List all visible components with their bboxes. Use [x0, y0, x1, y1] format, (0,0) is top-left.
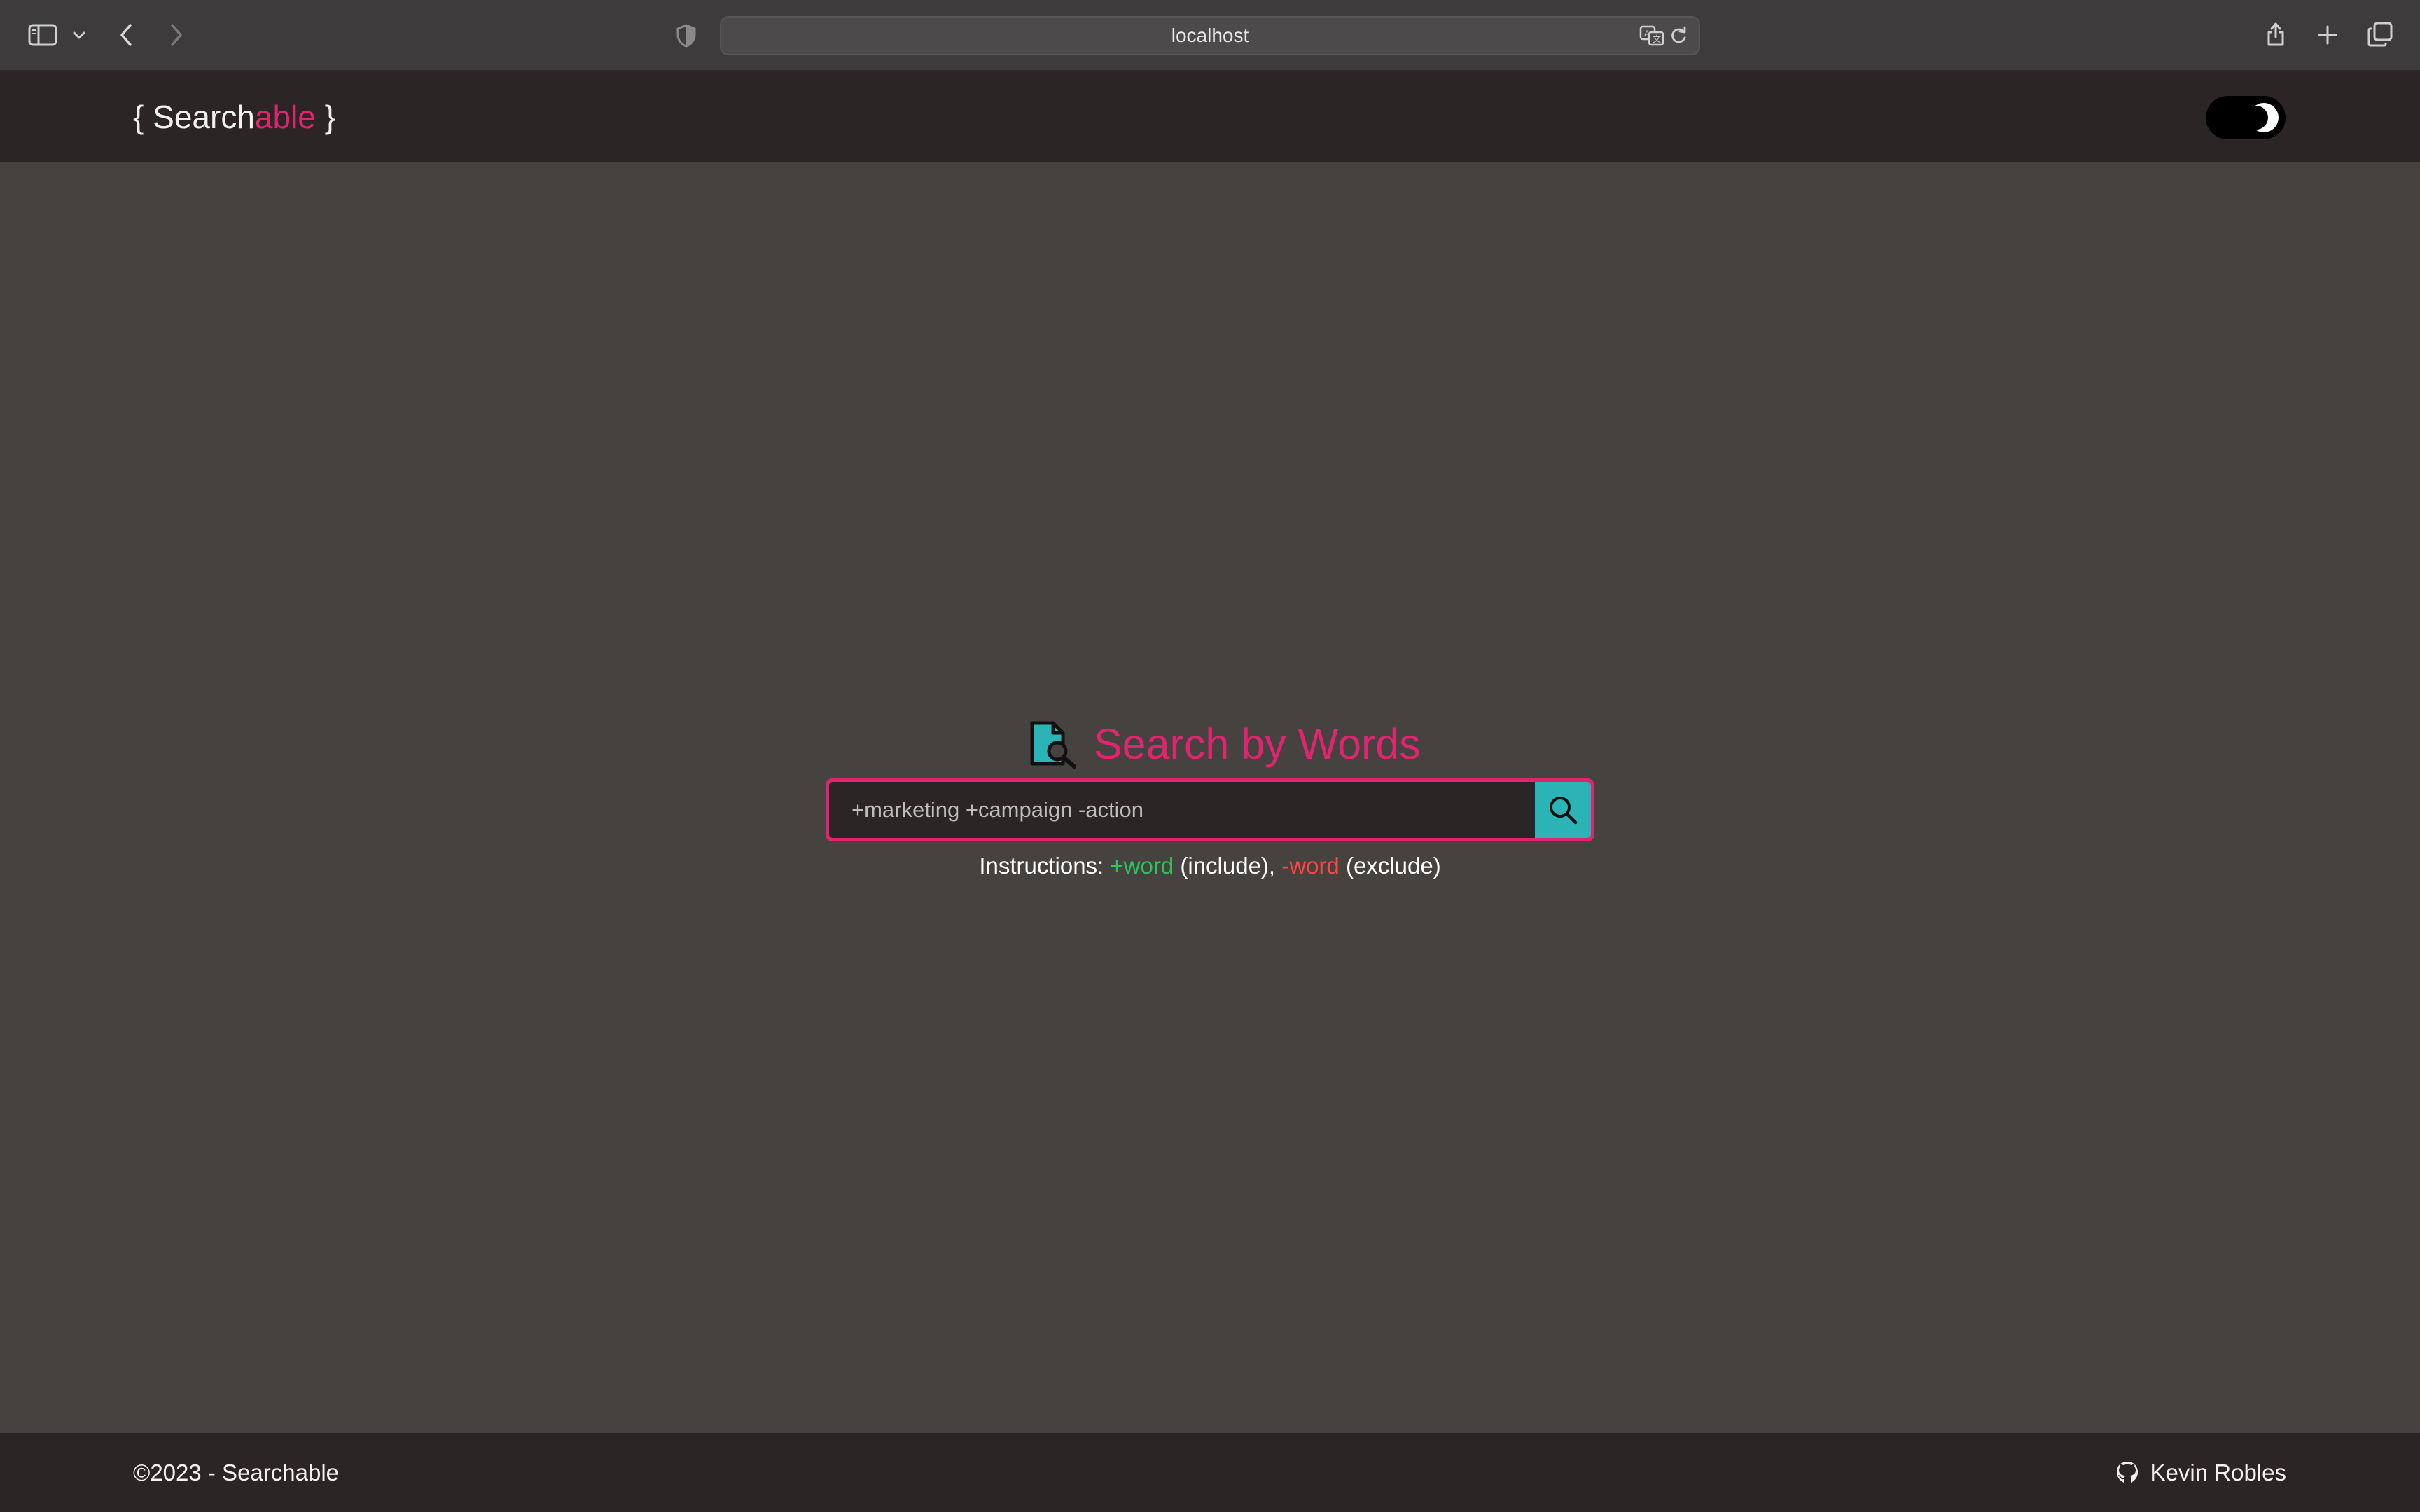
brand-close-brace: } — [315, 99, 336, 135]
back-icon[interactable] — [112, 20, 140, 50]
svg-text:文: 文 — [1653, 34, 1661, 44]
include-token: +word — [1110, 853, 1174, 878]
search-button[interactable] — [1535, 782, 1591, 838]
site-footer: ©2023 - Searchable Kevin Robles — [0, 1433, 2420, 1512]
search-input[interactable] — [829, 782, 1538, 838]
reload-icon[interactable] — [1668, 24, 1689, 47]
tabs-overview-icon[interactable] — [2365, 20, 2395, 49]
forward-icon[interactable] — [162, 20, 190, 50]
page-title: Search by Words — [1094, 720, 1421, 768]
document-search-icon — [1030, 721, 1076, 769]
moon-icon — [2246, 103, 2279, 132]
share-icon[interactable] — [2262, 17, 2290, 50]
author-link[interactable]: Kevin Robles — [2114, 1433, 2286, 1512]
exclude-text: (exclude) — [1339, 853, 1441, 878]
svg-text:A: A — [1644, 29, 1650, 38]
include-text: (include), — [1174, 853, 1282, 878]
instructions-prefix: Instructions: — [979, 853, 1111, 878]
browser-toolbar: localhost A文 — [0, 0, 2420, 71]
shield-icon[interactable] — [672, 21, 700, 50]
url-text: localhost — [1171, 24, 1249, 46]
github-icon — [2116, 1461, 2138, 1483]
translate-icon[interactable]: A文 — [1639, 23, 1667, 48]
brand-open-brace: { — [133, 99, 153, 135]
new-tab-icon[interactable] — [2314, 21, 2342, 49]
address-bar[interactable]: localhost A文 — [720, 16, 1700, 55]
brand-word-accent: able — [254, 99, 316, 135]
brand-logo[interactable]: { Search able } — [133, 71, 335, 162]
search-instructions: Instructions: +word (include), -word (ex… — [0, 848, 2420, 883]
sidebar-icon[interactable] — [27, 21, 59, 49]
search-form — [826, 778, 1594, 841]
search-heading: Search by Words — [1027, 713, 1421, 776]
brand-word-main: Search — [153, 99, 255, 135]
theme-toggle[interactable] — [2206, 96, 2286, 139]
author-name: Kevin Robles — [2150, 1459, 2286, 1485]
chevron-down-icon[interactable] — [69, 25, 90, 46]
exclude-token: -word — [1281, 853, 1340, 878]
search-icon — [1550, 797, 1578, 825]
copyright-text: ©2023 - Searchable — [133, 1459, 340, 1485]
site-header: { Search able } — [0, 71, 2420, 162]
